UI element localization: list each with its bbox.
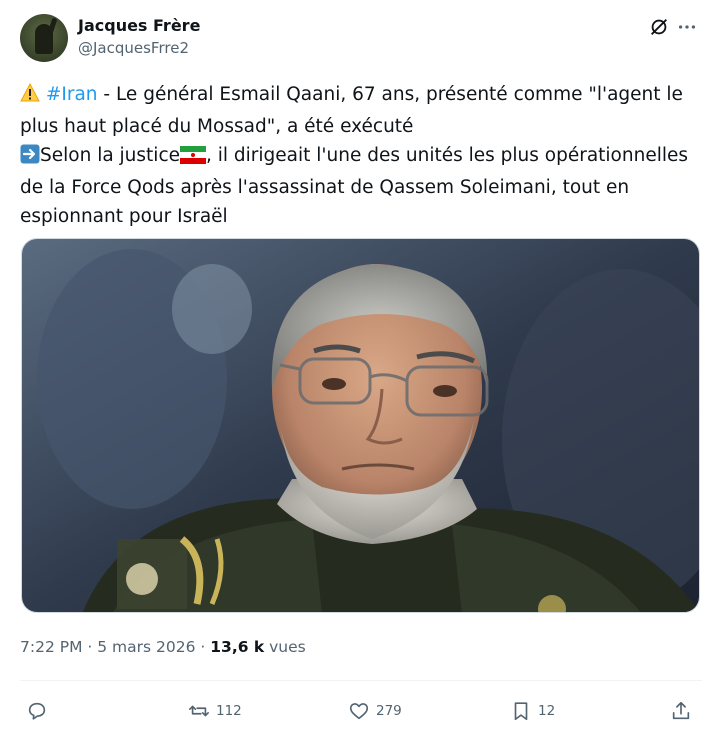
grok-icon[interactable]	[648, 16, 670, 38]
tweet-media-photo[interactable]	[21, 238, 700, 613]
tweet-line-2: plus haut placé du Mossad", a été exécut…	[20, 116, 414, 137]
repost-count: 112	[216, 703, 242, 719]
avatar-arm	[47, 17, 58, 35]
bookmark-button[interactable]: 12	[510, 694, 555, 728]
iran-flag-icon	[180, 144, 206, 173]
like-count: 279	[376, 703, 402, 719]
reply-icon	[28, 702, 46, 720]
like-button[interactable]: 279	[348, 694, 402, 728]
like-icon	[349, 703, 369, 720]
tweet-line-3: Selon la justice , il dirigeait l'une de…	[20, 141, 702, 173]
tweet-line-5: espionnant pour Israël	[20, 206, 228, 227]
bookmark-icon	[514, 702, 528, 721]
tweet-header: Jacques Frère @JacquesFrre2	[20, 12, 700, 64]
action-bar: 112 279 12	[20, 694, 702, 728]
divider	[20, 680, 702, 681]
repost-icon	[189, 705, 209, 717]
tweet-text-segment: Selon la justice	[40, 145, 180, 166]
meta-separator: ·	[82, 638, 98, 656]
tweet-text: #Iran - Le général Esmail Qaani, 67 ans,…	[20, 80, 702, 231]
handle[interactable]: @JacquesFrre2	[78, 38, 200, 58]
bookmark-count: 12	[538, 703, 556, 719]
hashtag-link[interactable]: #Iran	[46, 84, 98, 105]
views-label: vues	[264, 638, 306, 656]
repost-button[interactable]: 112	[188, 694, 242, 728]
warning-icon	[20, 82, 40, 112]
display-name[interactable]: Jacques Frère	[78, 16, 200, 36]
share-button[interactable]	[670, 694, 692, 728]
tweet-meta: 7:22 PM · 5 mars 2026 · 13,6 k vues	[20, 636, 306, 658]
author-names[interactable]: Jacques Frère @JacquesFrre2	[78, 16, 200, 58]
tweet-time[interactable]: 7:22 PM	[20, 638, 82, 656]
arrow-right-icon	[20, 144, 40, 173]
avatar[interactable]	[20, 14, 68, 62]
tweet-text-segment: - Le général Esmail Qaani, 67 ans, prése…	[97, 84, 683, 105]
meta-separator: ·	[195, 638, 211, 656]
views-count: 13,6 k	[210, 638, 265, 656]
reply-button[interactable]	[26, 694, 54, 728]
tweet-line-1: #Iran - Le général Esmail Qaani, 67 ans,…	[20, 80, 702, 112]
tweet-line-4: de la Force Qods après l'assassinat de Q…	[20, 177, 630, 198]
more-icon[interactable]	[676, 16, 698, 38]
photo-portrait	[22, 239, 699, 612]
share-icon	[672, 701, 690, 720]
tweet-text-segment: , il dirigeait l'une des unités les plus…	[206, 145, 689, 166]
tweet-date[interactable]: 5 mars 2026	[97, 638, 195, 656]
